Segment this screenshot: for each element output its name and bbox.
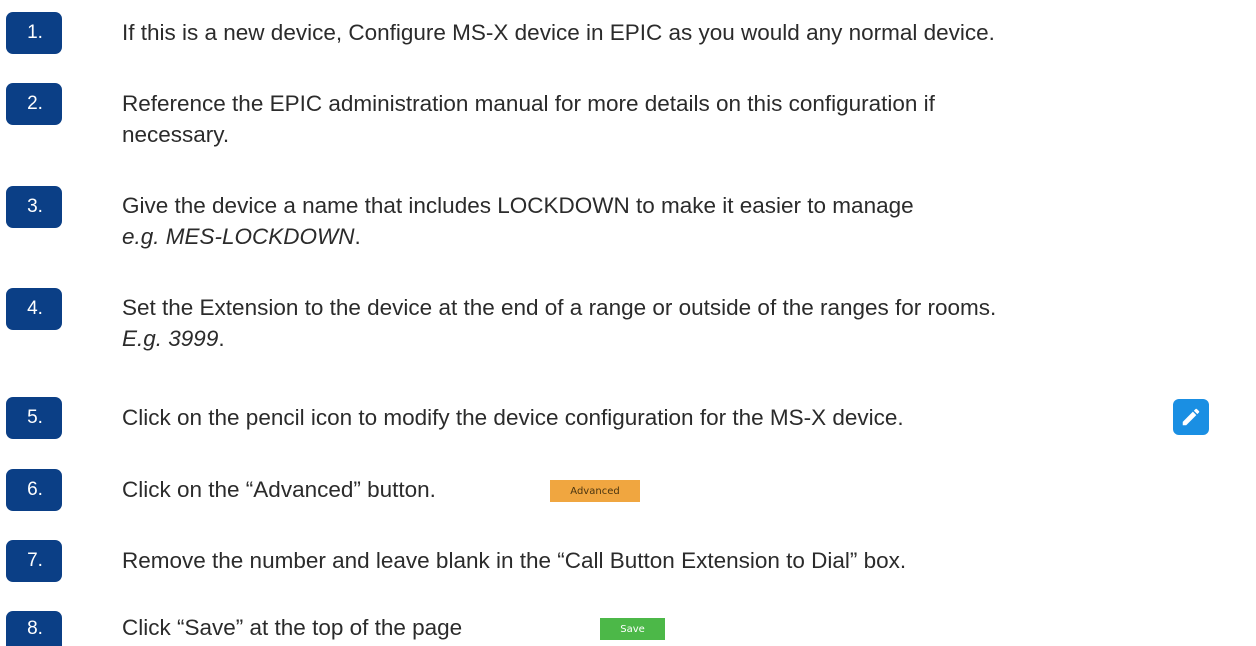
step-text: Set the Extension to the device at the e… bbox=[122, 292, 996, 354]
pencil-edit-button[interactable] bbox=[1173, 399, 1209, 435]
step-number-badge: 7. bbox=[6, 540, 62, 582]
step-text-line: Reference the EPIC administration manual… bbox=[122, 91, 935, 116]
punctuation: . bbox=[354, 224, 361, 249]
step-text-line: Click on the “Advanced” button. bbox=[122, 477, 436, 502]
step-text-line: Click “Save” at the top of the page bbox=[122, 615, 463, 640]
step-text-line: necessary. bbox=[122, 122, 230, 147]
step-number-badge: 4. bbox=[6, 288, 62, 330]
step-text: Reference the EPIC administration manual… bbox=[122, 88, 935, 150]
step-text-line: Remove the number and leave blank in the… bbox=[122, 548, 907, 573]
step-text-line: Give the device a name that includes LOC… bbox=[122, 193, 914, 218]
step-number-badge: 8. bbox=[6, 611, 62, 646]
step-text-line: E.g. 3999. bbox=[122, 323, 996, 354]
step-number-badge: 3. bbox=[6, 186, 62, 228]
step-text-line: e.g. MES-LOCKDOWN. bbox=[122, 221, 914, 252]
step-text: Click on the “Advanced” button. bbox=[122, 474, 436, 505]
example-text: E.g. 3999 bbox=[122, 326, 219, 351]
step-text-line: If this is a new device, Configure MS-X … bbox=[122, 20, 995, 45]
advanced-button[interactable]: Advanced bbox=[550, 480, 640, 502]
step-number-badge: 1. bbox=[6, 12, 62, 54]
save-button[interactable]: Save bbox=[600, 618, 665, 640]
punctuation: . bbox=[218, 326, 225, 351]
step-text-line: Click on the pencil icon to modify the d… bbox=[122, 405, 904, 430]
step-text: If this is a new device, Configure MS-X … bbox=[122, 17, 995, 48]
step-text: Give the device a name that includes LOC… bbox=[122, 190, 914, 252]
step-text: Remove the number and leave blank in the… bbox=[122, 545, 906, 576]
step-text: Click on the pencil icon to modify the d… bbox=[122, 402, 904, 433]
step-number-badge: 6. bbox=[6, 469, 62, 511]
step-number-badge: 5. bbox=[6, 397, 62, 439]
example-text: e.g. MES-LOCKDOWN bbox=[122, 224, 355, 249]
step-text-line: Set the Extension to the device at the e… bbox=[122, 295, 997, 320]
pencil-icon bbox=[1182, 408, 1200, 426]
step-text: Click “Save” at the top of the page bbox=[122, 612, 462, 643]
step-number-badge: 2. bbox=[6, 83, 62, 125]
